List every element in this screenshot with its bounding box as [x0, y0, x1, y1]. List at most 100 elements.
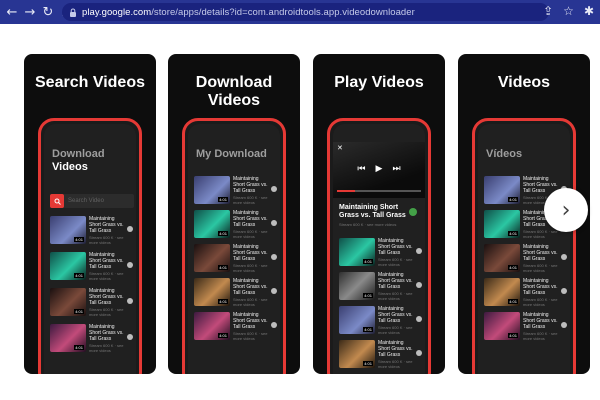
video-thumbnail: 4:01: [339, 306, 375, 334]
forward-icon[interactable]: →: [22, 4, 38, 20]
download-icon: [416, 248, 422, 254]
video-row: 4:01 Maintaining Short Grass vs. Tall Gr…: [50, 252, 134, 281]
video-thumbnail: 4:01: [484, 244, 520, 272]
video-thumbnail: 4:01: [194, 278, 230, 306]
video-duration: 4:01: [508, 197, 518, 202]
screenshot-card-search[interactable]: Search Videos Download Videos Search Vid…: [24, 54, 156, 374]
video-title: Maintaining Short Grass vs. Tall Grass: [233, 312, 268, 330]
video-title: Maintaining Short Grass vs. Tall Grass: [378, 272, 413, 290]
phone-mockup: ✕ ⏮ ▶ ⏭ Maintaining Short Grass vs. Tall…: [327, 118, 431, 374]
video-thumbnail: 4:01: [50, 252, 86, 280]
screen-heading: Download Videos: [52, 148, 105, 174]
screen-heading-line-2: Videos: [52, 161, 88, 173]
search-placeholder: Search Video: [68, 198, 104, 204]
video-subtitle: Stream 600 K · see more videos: [523, 331, 558, 341]
video-thumbnail: 4:01: [484, 210, 520, 238]
screenshot-card-download[interactable]: Download Videos My Download 4:01 Maintai…: [168, 54, 300, 374]
download-icon: [409, 208, 417, 216]
video-duration: 4:01: [508, 333, 518, 338]
video-duration: 4:01: [74, 309, 84, 314]
video-subtitle: Stream 600 K · see more videos: [233, 331, 268, 341]
video-title: Maintaining Short Grass vs. Tall Grass: [523, 278, 558, 296]
search-bar: Search Video: [50, 194, 134, 208]
extensions-icon[interactable]: ✱: [584, 4, 594, 18]
video-title: Maintaining Short Grass vs. Tall Grass: [89, 252, 124, 270]
download-icon: [416, 350, 422, 356]
video-row: 4:01 Maintaining Short Grass vs. Tall Gr…: [484, 312, 568, 341]
phone-mockup: My Download 4:01 Maintaining Short Grass…: [182, 118, 286, 374]
video-thumbnail: 4:01: [194, 312, 230, 340]
video-thumbnail: 4:01: [339, 272, 375, 300]
video-subtitle: Stream 600 K · see more videos: [523, 263, 558, 273]
video-duration: 4:01: [508, 265, 518, 270]
video-duration: 4:01: [363, 361, 373, 366]
video-duration: 4:01: [74, 237, 84, 242]
address-bar[interactable]: play.google.com/store/apps/details?id=co…: [62, 3, 549, 21]
url-text: play.google.com/store/apps/details?id=co…: [82, 7, 415, 18]
bookmark-star-icon[interactable]: ☆: [563, 4, 574, 18]
download-icon: [127, 262, 133, 268]
back-icon[interactable]: ←: [4, 4, 20, 20]
video-duration: 4:01: [218, 299, 228, 304]
screenshot-gallery: Search Videos Download Videos Search Vid…: [0, 24, 600, 400]
video-subtitle: Stream 600 K · see more videos: [233, 195, 268, 205]
download-icon: [561, 288, 567, 294]
download-icon: [271, 288, 277, 294]
video-thumbnail: 4:01: [339, 340, 375, 368]
video-thumbnail: 4:01: [194, 176, 230, 204]
video-subtitle: Stream 600 K · see more videos: [233, 297, 268, 307]
video-row: 4:01 Maintaining Short Grass vs. Tall Gr…: [194, 278, 278, 307]
screenshot-card-play[interactable]: Play Videos ✕ ⏮ ▶ ⏭ Maintaining Short Gr…: [313, 54, 445, 374]
video-duration: 4:01: [218, 265, 228, 270]
video-subtitle: Stream 600 K · see more videos: [89, 271, 124, 281]
video-title: Maintaining Short Grass vs. Tall Grass: [89, 324, 124, 342]
download-icon: [271, 322, 277, 328]
video-duration: 4:01: [508, 231, 518, 236]
video-duration: 4:01: [363, 293, 373, 298]
download-icon: [561, 254, 567, 260]
download-icon: [127, 334, 133, 340]
video-subtitle: Stream 600 K · see more videos: [378, 359, 413, 369]
phone-mockup: Download Videos Search Video 4:01 Mainta…: [38, 118, 142, 374]
video-thumbnail: 4:01: [194, 244, 230, 272]
video-duration: 4:01: [508, 299, 518, 304]
next-screenshot-button[interactable]: ›: [544, 188, 588, 232]
share-icon[interactable]: ⇪: [543, 4, 553, 18]
video-subtitle: Stream 600 K · see more videos: [233, 263, 268, 273]
screen-heading: Vídeos: [486, 148, 523, 160]
video-duration: 4:01: [74, 345, 84, 350]
video-title: Maintaining Short Grass vs. Tall Grass: [233, 278, 268, 296]
now-playing-title: Maintaining Short Grass vs. Tall Grass: [339, 204, 406, 219]
lock-icon[interactable]: [68, 7, 78, 17]
download-icon: [127, 226, 133, 232]
video-thumbnail: 4:01: [339, 238, 375, 266]
video-title: Maintaining Short Grass vs. Tall Grass: [89, 288, 124, 306]
video-thumbnail: 4:01: [484, 312, 520, 340]
video-thumbnail: 4:01: [194, 210, 230, 238]
now-playing-subtitle: Stream 600 K · see more videos: [339, 222, 397, 227]
search-icon: [50, 194, 64, 208]
video-title: Maintaining Short Grass vs. Tall Grass: [233, 210, 268, 228]
video-duration: 4:01: [218, 197, 228, 202]
browser-toolbar: ← → ↻ ⌂ play.google.com/store/apps/detai…: [0, 0, 600, 24]
card-title: Videos: [497, 74, 551, 91]
video-title: Maintaining Short Grass vs. Tall Grass: [233, 244, 268, 262]
video-duration: 4:01: [74, 273, 84, 278]
video-thumbnail: 4:01: [50, 288, 86, 316]
video-row: 4:01 Maintaining Short Grass vs. Tall Gr…: [50, 216, 134, 245]
download-icon: [271, 254, 277, 260]
url-host: play.google.com: [82, 6, 152, 18]
reload-icon[interactable]: ↻: [40, 4, 56, 20]
download-icon: [271, 220, 277, 226]
video-subtitle: Stream 600 K · see more videos: [378, 291, 413, 301]
video-row: 4:01 Maintaining Short Grass vs. Tall Gr…: [339, 306, 423, 335]
video-thumbnail: 4:01: [50, 216, 86, 244]
screen-heading-line-1: Download: [52, 148, 105, 160]
video-row: 4:01 Maintaining Short Grass vs. Tall Gr…: [194, 244, 278, 273]
video-title: Maintaining Short Grass vs. Tall Grass: [233, 176, 268, 194]
video-subtitle: Stream 600 K · see more videos: [378, 325, 413, 335]
video-title: Maintaining Short Grass vs. Tall Grass: [89, 216, 124, 234]
video-thumbnail: 4:01: [484, 176, 520, 204]
video-row: 4:01 Maintaining Short Grass vs. Tall Gr…: [484, 244, 568, 273]
video-duration: 4:01: [218, 333, 228, 338]
